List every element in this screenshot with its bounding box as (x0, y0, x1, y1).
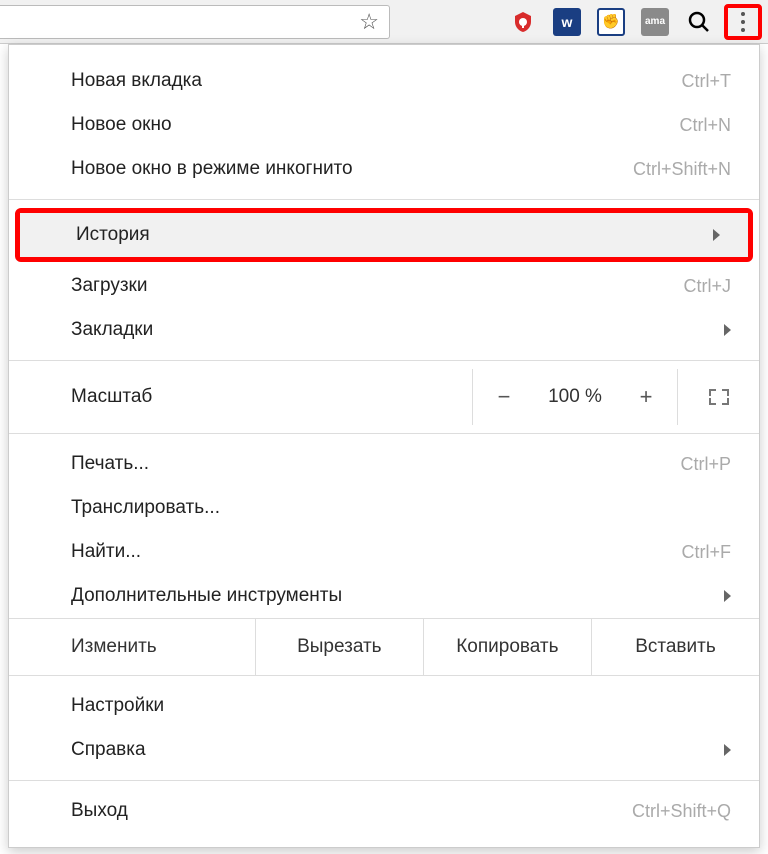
menu-exit[interactable]: Выход Ctrl+Shift+Q (9, 789, 759, 833)
menu-item-label: Выход (71, 800, 632, 822)
menu-item-label: Новая вкладка (71, 70, 682, 92)
menu-item-shortcut: Ctrl+N (679, 115, 731, 136)
menu-item-label: Найти... (71, 541, 682, 563)
menu-item-shortcut: Ctrl+Shift+N (633, 159, 731, 180)
extension-ama-icon[interactable]: ama (636, 5, 674, 39)
menu-bookmarks[interactable]: Закладки (9, 308, 759, 352)
zoom-in-button[interactable]: + (615, 369, 677, 425)
address-bar[interactable]: ☆ (0, 5, 390, 39)
menu-downloads[interactable]: Загрузки Ctrl+J (9, 264, 759, 308)
menu-paste[interactable]: Вставить (592, 619, 759, 675)
menu-item-label: Загрузки (71, 275, 683, 297)
menu-copy[interactable]: Копировать (424, 619, 592, 675)
zoom-out-button[interactable]: − (473, 369, 535, 425)
main-menu-dropdown: Новая вкладка Ctrl+T Новое окно Ctrl+N Н… (8, 44, 760, 848)
menu-more-tools[interactable]: Дополнительные инструменты (9, 574, 759, 618)
zoom-controls: − 100 % + (472, 369, 677, 425)
bookmark-star-icon[interactable]: ☆ (359, 9, 379, 35)
menu-item-shortcut: Ctrl+T (682, 71, 732, 92)
menu-edit-label: Изменить (9, 619, 256, 675)
menu-new-window[interactable]: Новое окно Ctrl+N (9, 103, 759, 147)
menu-new-tab[interactable]: Новая вкладка Ctrl+T (9, 59, 759, 103)
chevron-right-icon (724, 324, 731, 336)
menu-settings[interactable]: Настройки (9, 684, 759, 728)
menu-item-label: История (76, 224, 703, 246)
menu-item-label: Закладки (71, 319, 714, 341)
menu-find[interactable]: Найти... Ctrl+F (9, 530, 759, 574)
extension-ublock-icon[interactable] (504, 5, 542, 39)
extension-vk-icon[interactable]: w (548, 5, 586, 39)
menu-help[interactable]: Справка (9, 728, 759, 772)
menu-separator (9, 780, 759, 781)
menu-separator (9, 433, 759, 434)
search-icon[interactable] (680, 5, 718, 39)
menu-edit-row: Изменить Вырезать Копировать Вставить (9, 618, 759, 676)
menu-zoom: Масштаб − 100 % + (9, 369, 759, 425)
menu-separator (9, 360, 759, 361)
menu-item-label: Транслировать... (71, 497, 731, 519)
menu-item-shortcut: Ctrl+F (682, 542, 732, 563)
menu-item-label: Масштаб (71, 386, 472, 408)
menu-item-label: Новое окно (71, 114, 679, 136)
menu-incognito[interactable]: Новое окно в режиме инкогнито Ctrl+Shift… (9, 147, 759, 191)
toolbar-icons: w ✊ ama (390, 4, 768, 40)
chevron-right-icon (724, 744, 731, 756)
chevron-right-icon (724, 590, 731, 602)
menu-item-label: Новое окно в режиме инкогнито (71, 158, 633, 180)
browser-toolbar: ☆ w ✊ ama (0, 0, 768, 44)
highlight-annotation: История (15, 208, 753, 262)
menu-item-shortcut: Ctrl+P (680, 454, 731, 475)
menu-item-label: Справка (71, 739, 714, 761)
kebab-menu-icon (741, 12, 745, 32)
menu-item-label: Настройки (71, 695, 731, 717)
menu-history[interactable]: История (20, 213, 748, 257)
menu-item-shortcut: Ctrl+Shift+Q (632, 801, 731, 822)
menu-item-shortcut: Ctrl+J (683, 276, 731, 297)
menu-print[interactable]: Печать... Ctrl+P (9, 442, 759, 486)
menu-item-label: Печать... (71, 453, 680, 475)
menu-cast[interactable]: Транслировать... (9, 486, 759, 530)
fullscreen-icon (709, 389, 729, 405)
chevron-right-icon (713, 229, 720, 241)
menu-separator (9, 199, 759, 200)
menu-item-label: Дополнительные инструменты (71, 585, 714, 607)
extension-fist-icon[interactable]: ✊ (592, 5, 630, 39)
main-menu-button[interactable] (724, 4, 762, 40)
menu-cut[interactable]: Вырезать (256, 619, 424, 675)
zoom-value: 100 % (535, 386, 615, 408)
fullscreen-button[interactable] (677, 369, 759, 425)
